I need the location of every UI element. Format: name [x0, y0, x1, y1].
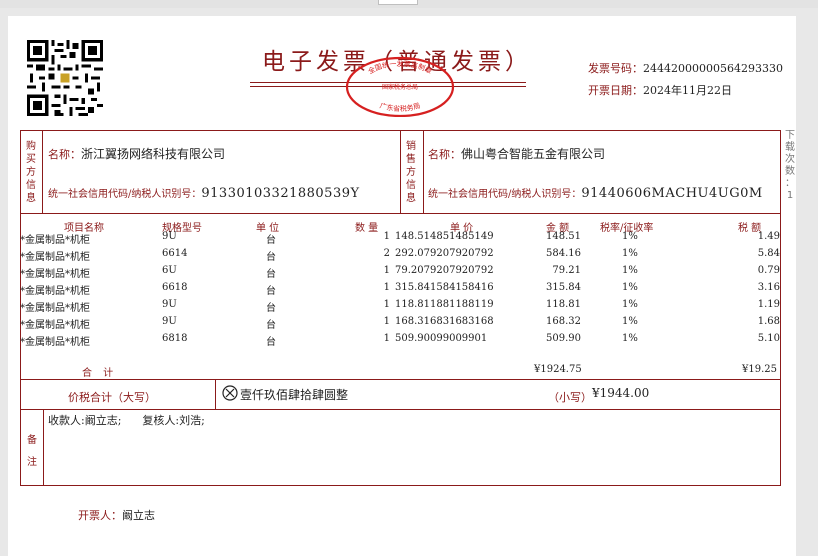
- item-spec-cell: 6818: [162, 333, 188, 344]
- invoice-number: 发票号码：24442000000564293330: [588, 62, 783, 75]
- item-amount-cell: 118.81: [546, 299, 581, 310]
- totals-divider: [20, 379, 781, 380]
- viewer-scroll-gutter[interactable]: [796, 16, 818, 556]
- item-rate-cell: 1%: [622, 282, 638, 293]
- item-spec-cell: 9U: [162, 316, 177, 327]
- remarks-section-label: 备注: [27, 435, 37, 468]
- item-price-cell: 79.2079207920792: [395, 265, 494, 276]
- seller-tax-id: 统一社会信用代码/纳税人识别号：91440606MACHU4UG0M: [428, 186, 763, 201]
- item-tax-cell: 3.16: [757, 282, 780, 293]
- item-rate-cell: 1%: [622, 333, 638, 344]
- seller-label-divider: [423, 130, 424, 213]
- item-tax-cell: 5.84: [757, 248, 780, 259]
- item-tax-cell: 1.19: [757, 299, 780, 310]
- viewer-top-tab[interactable]: [378, 0, 418, 5]
- item-amount-cell: 168.32: [546, 316, 581, 327]
- item-qty-cell: 2: [383, 248, 390, 259]
- item-name-cell: *金属制品*机柜: [20, 269, 90, 280]
- item-qty-cell: 1: [383, 231, 390, 242]
- item-qty-cell: 1: [383, 282, 390, 293]
- item-name-cell: *金属制品*机柜: [20, 286, 90, 297]
- seal-middle-text: 国家税务总局: [382, 83, 418, 91]
- item-name-cell: *金属制品*机柜: [20, 303, 90, 314]
- party-section-divider: [20, 213, 781, 214]
- qr-code-icon: [27, 40, 103, 116]
- item-qty-cell: 1: [383, 265, 390, 276]
- item-name-cell: *金属制品*机柜: [20, 235, 90, 246]
- remarks-text: 收款人:阚立志; 复核人:刘浩;: [48, 414, 205, 427]
- seal-bottom-text: 广东省税务局: [379, 101, 422, 113]
- circle-x-icon: [222, 385, 238, 401]
- item-qty-cell: 1: [383, 333, 390, 344]
- item-spec-cell: 9U: [162, 299, 177, 310]
- item-qty-cell: 1: [383, 316, 390, 327]
- item-rate-cell: 1%: [622, 231, 638, 242]
- buyer-name: 名称：浙江翼扬网络科技有限公司: [48, 147, 226, 161]
- grand-total-label: 价税合计（大写）: [68, 391, 156, 404]
- buyer-tax-id: 统一社会信用代码/纳税人识别号：91330103321880539Y: [48, 186, 360, 201]
- item-unit-cell: 台: [266, 269, 276, 280]
- item-unit-cell: 台: [266, 320, 276, 331]
- item-amount-cell: 509.90: [546, 333, 581, 344]
- item-rate-cell: 1%: [622, 316, 638, 327]
- remarks-label-divider: [43, 409, 44, 486]
- item-tax-cell: 5.10: [757, 333, 780, 344]
- totals-amount: ¥1924.75: [534, 364, 582, 375]
- totals-tax: ¥19.25: [742, 364, 777, 375]
- item-unit-cell: 台: [266, 235, 276, 246]
- item-spec-cell: 9U: [162, 231, 177, 242]
- grand-total-label-divider: [215, 379, 216, 409]
- item-unit-cell: 台: [266, 286, 276, 297]
- grand-total-lowercase: ¥1944.00: [592, 386, 650, 400]
- issuer: 开票人：阚立志: [78, 509, 155, 522]
- item-price-cell: 168.316831683168: [395, 316, 494, 327]
- item-price-cell: 118.811881188119: [395, 299, 494, 310]
- item-amount-cell: 148.51: [546, 231, 581, 242]
- item-price-cell: 315.841584158416: [395, 282, 494, 293]
- grand-total-divider: [20, 409, 781, 410]
- item-name-cell: *金属制品*机柜: [20, 320, 90, 331]
- item-spec-cell: 6618: [162, 282, 188, 293]
- item-name-cell: *金属制品*机柜: [20, 252, 90, 263]
- totals-label: 合 计: [82, 368, 118, 379]
- seller-section-label: 销售方信息: [406, 141, 416, 204]
- item-price-cell: 148.514851485149: [395, 231, 494, 242]
- table-bottom-border: [20, 485, 781, 486]
- item-amount-cell: 315.84: [546, 282, 581, 293]
- item-name-cell: *金属制品*机柜: [20, 337, 90, 348]
- item-amount-cell: 79.21: [552, 265, 581, 276]
- item-rate-cell: 1%: [622, 299, 638, 310]
- download-count-note: 下载次数： 1: [785, 130, 795, 201]
- item-tax-cell: 0.79: [757, 265, 780, 276]
- buyer-label-divider: [42, 130, 43, 213]
- item-qty-cell: 1: [383, 299, 390, 310]
- buyer-section-label: 购买方信息: [26, 141, 36, 204]
- item-unit-cell: 台: [266, 337, 276, 348]
- grand-total-uppercase: 壹仟玖佰肆拾肆圆整: [240, 388, 349, 402]
- item-amount-cell: 584.16: [546, 248, 581, 259]
- invoice-date: 开票日期：2024年11月22日: [588, 84, 732, 97]
- official-seal-icon: 全国统一发票监制章 国家税务总局 广东省税务局: [345, 56, 455, 117]
- item-rate-cell: 1%: [622, 248, 638, 259]
- item-tax-cell: 1.68: [757, 316, 780, 327]
- table-right-border: [780, 130, 781, 486]
- item-spec-cell: 6614: [162, 248, 188, 259]
- buyer-seller-divider: [400, 130, 401, 213]
- item-unit-cell: 台: [266, 252, 276, 263]
- item-rate-cell: 1%: [622, 265, 638, 276]
- item-unit-cell: 台: [266, 303, 276, 314]
- seller-name: 名称：佛山粤合智能五金有限公司: [428, 147, 606, 161]
- grand-total-lower-label: （小写）: [548, 391, 592, 404]
- item-price-cell: 509.90099009901: [395, 333, 488, 344]
- item-tax-cell: 1.49: [757, 231, 780, 242]
- item-price-cell: 292.079207920792: [395, 248, 494, 259]
- item-spec-cell: 6U: [162, 265, 177, 276]
